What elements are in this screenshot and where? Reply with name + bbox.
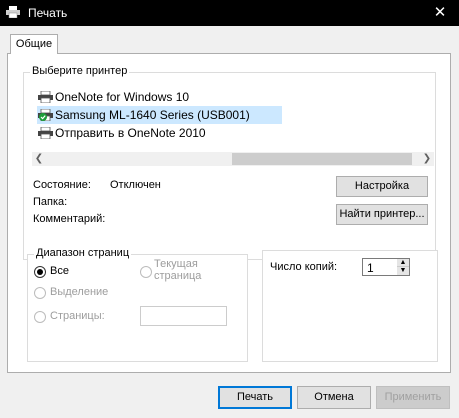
radio-all-label: Все <box>50 265 69 277</box>
folder-label: Папка: <box>33 196 68 208</box>
cancel-button[interactable]: Отмена <box>297 386 371 409</box>
title-bar: Печать ✕ <box>0 0 459 26</box>
close-button[interactable]: ✕ <box>427 2 453 24</box>
copies-stepper[interactable]: 1 ▲ ▼ <box>362 258 410 276</box>
printer-default-icon <box>38 109 53 121</box>
scroll-thumb[interactable] <box>232 153 412 165</box>
pages-input[interactable] <box>140 306 227 326</box>
status-value: Отключен <box>110 179 161 191</box>
printer-name: Отправить в OneNote 2010 <box>55 126 206 140</box>
printer-item-onenote-win10[interactable]: OneNote for Windows 10 <box>37 88 237 106</box>
scroll-right-icon[interactable]: ❯ <box>420 152 434 166</box>
radio-pages-label: Страницы: <box>50 310 105 322</box>
settings-button[interactable]: Настройка <box>336 176 428 197</box>
printer-app-icon <box>6 6 20 18</box>
radio-pages[interactable] <box>34 311 46 323</box>
radio-current-page[interactable] <box>140 266 152 278</box>
stepper-up-icon[interactable]: ▲ <box>397 259 409 267</box>
printer-item-send-onenote-2010[interactable]: Отправить в OneNote 2010 <box>37 124 257 142</box>
radio-current-page-label: Текущая страница <box>154 258 202 282</box>
printer-item-samsung[interactable]: Samsung ML-1640 Series (USB001) <box>37 106 282 124</box>
printer-list-scrollbar[interactable]: ❮ ❯ <box>32 152 434 166</box>
printer-icon <box>38 127 53 139</box>
window-title: Печать <box>28 6 68 20</box>
printer-name: Samsung ML-1640 Series (USB001) <box>55 108 250 122</box>
print-button[interactable]: Печать <box>218 386 292 409</box>
stepper-down-icon[interactable]: ▼ <box>397 267 409 275</box>
comment-label: Комментарий: <box>33 213 106 225</box>
copies-value: 1 <box>367 261 374 275</box>
dialog-client-area: Общие Выберите принтер OneNote for Windo… <box>0 26 459 418</box>
copies-label: Число копий: <box>270 261 338 273</box>
find-printer-button[interactable]: Найти принтер... <box>336 204 428 225</box>
radio-selection-label: Выделение <box>50 286 109 298</box>
apply-button: Применить <box>376 386 450 409</box>
printer-name: OneNote for Windows 10 <box>55 90 190 104</box>
radio-all-pages[interactable] <box>34 266 46 278</box>
printer-group-title: Выберите принтер <box>30 65 130 77</box>
page-range-title: Диапазон страниц <box>34 247 132 259</box>
radio-selection[interactable] <box>34 287 46 299</box>
scroll-left-icon[interactable]: ❮ <box>32 152 46 166</box>
printer-icon <box>38 91 53 103</box>
tab-general[interactable]: Общие <box>10 34 58 54</box>
status-label: Состояние: <box>33 179 91 191</box>
